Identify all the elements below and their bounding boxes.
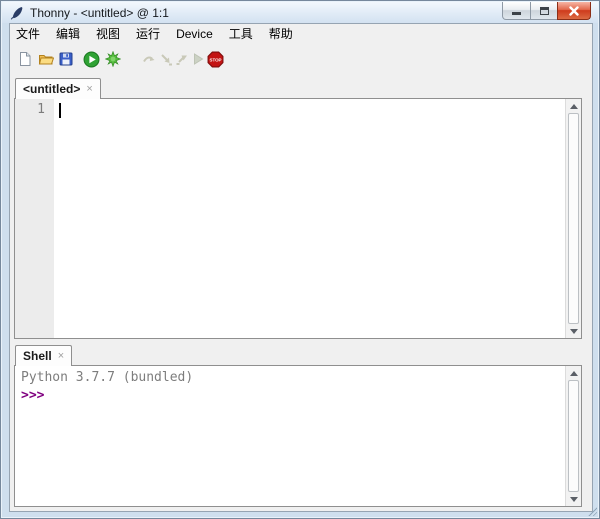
menu-run[interactable]: 运行 [132,23,164,44]
shell-scrollbar-thumb[interactable] [568,380,579,492]
shell-scrollbar[interactable] [565,366,581,506]
open-folder-icon [38,51,54,67]
open-file-button[interactable] [37,50,55,68]
run-script-button[interactable] [82,50,100,68]
step-over-icon [141,51,157,67]
stop-button[interactable]: STOP [206,50,224,68]
shell-tab-close-icon[interactable]: × [58,351,64,362]
minimize-button[interactable] [502,2,531,20]
shell-prompt-line: >>> [21,387,559,405]
save-file-button[interactable] [57,50,75,68]
scroll-up-arrow-icon[interactable] [566,366,582,380]
text-caret [59,103,61,118]
shell-version-line: Python 3.7.7 (bundled) [21,369,559,387]
close-icon [569,6,579,16]
menu-device[interactable]: Device [172,25,217,43]
thonny-window: Thonny - <untitled> @ 1:1 文件 编辑 视图 运行 De… [0,0,600,519]
tab-untitled[interactable]: <untitled> × [15,78,101,99]
resume-button[interactable] [189,50,207,68]
step-out-icon [174,51,190,67]
stop-icon: STOP [207,51,224,68]
line-number-gutter: 1 [15,99,54,338]
shell-panel[interactable]: Python 3.7.7 (bundled) >>> [14,365,582,507]
editor-scrollbar-thumb[interactable] [568,113,579,324]
debug-script-button[interactable] [104,50,122,68]
line-number: 1 [37,102,45,117]
window-title: Thonny - <untitled> @ 1:1 [30,6,169,20]
editor-tab-close-icon[interactable]: × [86,84,92,95]
tab-shell[interactable]: Shell × [15,345,72,366]
menu-bar: 文件 编辑 视图 运行 Device 工具 帮助 [10,24,592,43]
client-area: 文件 编辑 视图 运行 Device 工具 帮助 [9,23,593,512]
caption-buttons [503,2,591,20]
save-icon [58,51,74,67]
editor-panel: 1 [14,98,582,339]
menu-tools[interactable]: 工具 [225,23,257,44]
minimize-icon [512,12,521,15]
scroll-down-arrow-icon[interactable] [566,324,582,338]
new-file-button[interactable] [16,50,34,68]
debug-bug-icon [105,51,121,67]
step-into-icon [158,51,174,67]
editor-scrollbar[interactable] [565,99,581,338]
maximize-button[interactable] [530,2,558,20]
resume-icon [190,51,206,67]
scroll-up-arrow-icon[interactable] [566,99,582,113]
toolbar: STOP [10,43,592,76]
scroll-down-arrow-icon[interactable] [566,492,582,506]
thonny-app-icon [10,6,24,20]
menu-file[interactable]: 文件 [12,23,44,44]
new-file-icon [17,51,33,67]
maximize-icon [540,7,549,15]
editor-tab-label: <untitled> [23,82,80,96]
shell-tab-label: Shell [23,349,52,363]
menu-help[interactable]: 帮助 [265,23,297,44]
code-editor-area[interactable] [54,99,565,338]
step-over-button[interactable] [140,50,158,68]
shell-output: Python 3.7.7 (bundled) >>> [15,366,565,506]
run-icon [83,51,100,68]
menu-view[interactable]: 视图 [92,23,124,44]
stop-label: STOP [209,57,221,62]
close-button[interactable] [557,2,591,20]
menu-edit[interactable]: 编辑 [52,23,84,44]
